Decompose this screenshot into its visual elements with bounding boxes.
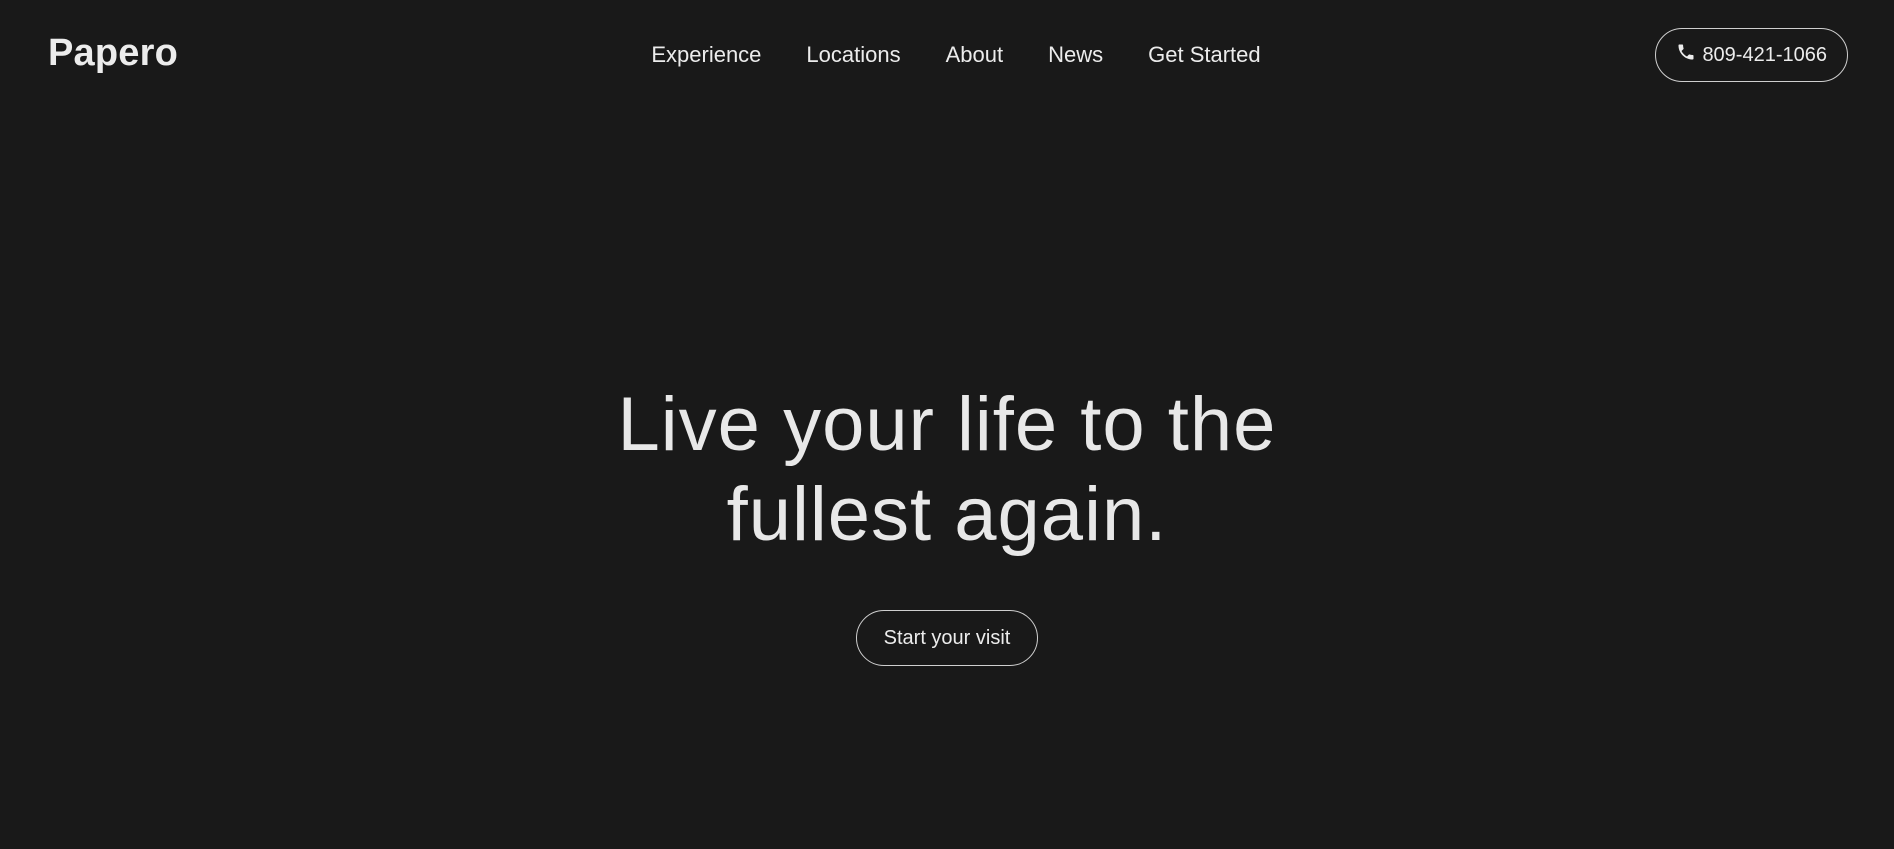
hero-section: Live your life to the fullest again. Sta…	[0, 380, 1894, 666]
site-header: Papero Experience Locations About News G…	[0, 0, 1894, 112]
nav-item-get-started[interactable]: Get Started	[1148, 42, 1261, 68]
nav-item-experience[interactable]: Experience	[651, 42, 761, 68]
phone-number: 809-421-1066	[1702, 43, 1827, 66]
phone-icon	[1676, 42, 1696, 68]
nav-item-news[interactable]: News	[1048, 42, 1103, 68]
logo[interactable]: Papero	[48, 32, 178, 75]
nav-item-about[interactable]: About	[946, 42, 1004, 68]
nav-item-locations[interactable]: Locations	[806, 42, 900, 68]
hero-title-line-1: Live your life to the	[617, 382, 1277, 467]
main-nav: Experience Locations About News Get Star…	[0, 42, 1894, 68]
phone-button[interactable]: 809-421-1066	[1655, 28, 1848, 82]
nav-list: Experience Locations About News Get Star…	[651, 42, 1260, 68]
hero-title: Live your life to the fullest again.	[0, 380, 1894, 560]
start-visit-button[interactable]: Start your visit	[855, 610, 1039, 666]
hero-title-line-2: fullest again.	[726, 472, 1168, 557]
